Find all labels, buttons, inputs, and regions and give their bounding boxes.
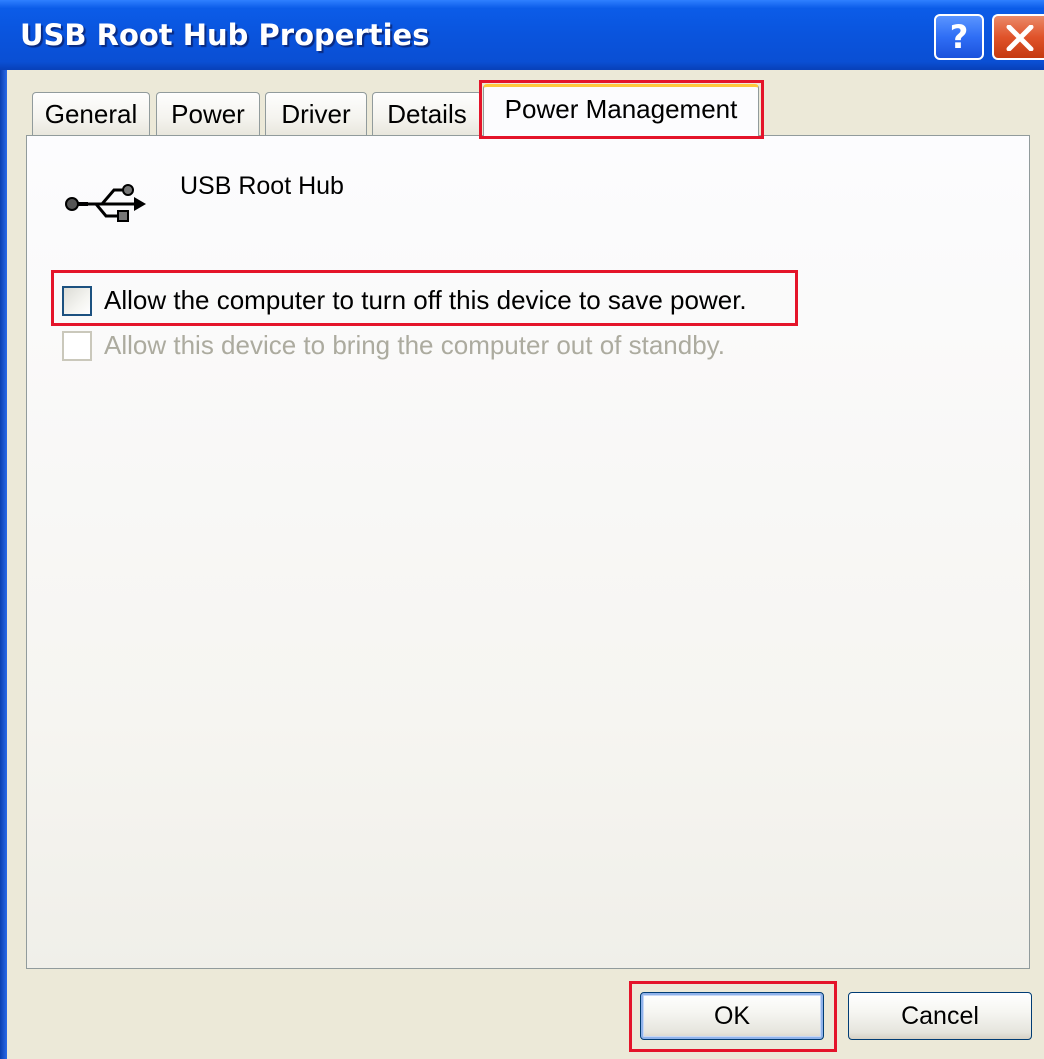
- allow-turn-off-option[interactable]: Allow the computer to turn off this devi…: [62, 284, 792, 318]
- window-title: USB Root Hub Properties: [20, 18, 430, 52]
- tab-label: Driver: [281, 99, 351, 129]
- close-button[interactable]: [992, 14, 1044, 60]
- allow-wake-option: Allow this device to bring the computer …: [62, 329, 792, 363]
- tab-driver[interactable]: Driver: [265, 92, 367, 136]
- tab-power-management[interactable]: Power Management: [483, 84, 759, 136]
- title-bar[interactable]: USB Root Hub Properties ?: [0, 0, 1044, 70]
- ok-label: OK: [713, 1002, 751, 1030]
- tab-power[interactable]: Power: [156, 92, 260, 136]
- ok-button[interactable]: OK: [640, 992, 824, 1040]
- help-button[interactable]: ?: [934, 14, 984, 60]
- tab-details[interactable]: Details: [372, 92, 482, 136]
- close-icon: [1006, 25, 1034, 51]
- tab-label: Power Management: [504, 94, 738, 124]
- tab-general[interactable]: General: [32, 92, 150, 136]
- tab-label: Power: [171, 99, 245, 129]
- allow-turn-off-checkbox[interactable]: [62, 286, 92, 316]
- window-border: [0, 70, 7, 1059]
- device-name: USB Root Hub: [180, 172, 344, 200]
- usb-icon: [65, 184, 146, 222]
- cancel-button[interactable]: Cancel: [848, 992, 1032, 1040]
- cancel-label: Cancel: [901, 1002, 979, 1030]
- tab-label: Details: [387, 99, 467, 129]
- allow-turn-off-label[interactable]: Allow the computer to turn off this devi…: [104, 285, 747, 316]
- tab-panel: [26, 135, 1030, 969]
- tab-label: General: [44, 99, 138, 129]
- allow-wake-label: Allow this device to bring the computer …: [104, 330, 725, 360]
- properties-dialog: USB Root Hub Properties ? General Power …: [0, 0, 1044, 1059]
- allow-wake-checkbox: [62, 331, 92, 361]
- help-icon: ?: [949, 18, 969, 56]
